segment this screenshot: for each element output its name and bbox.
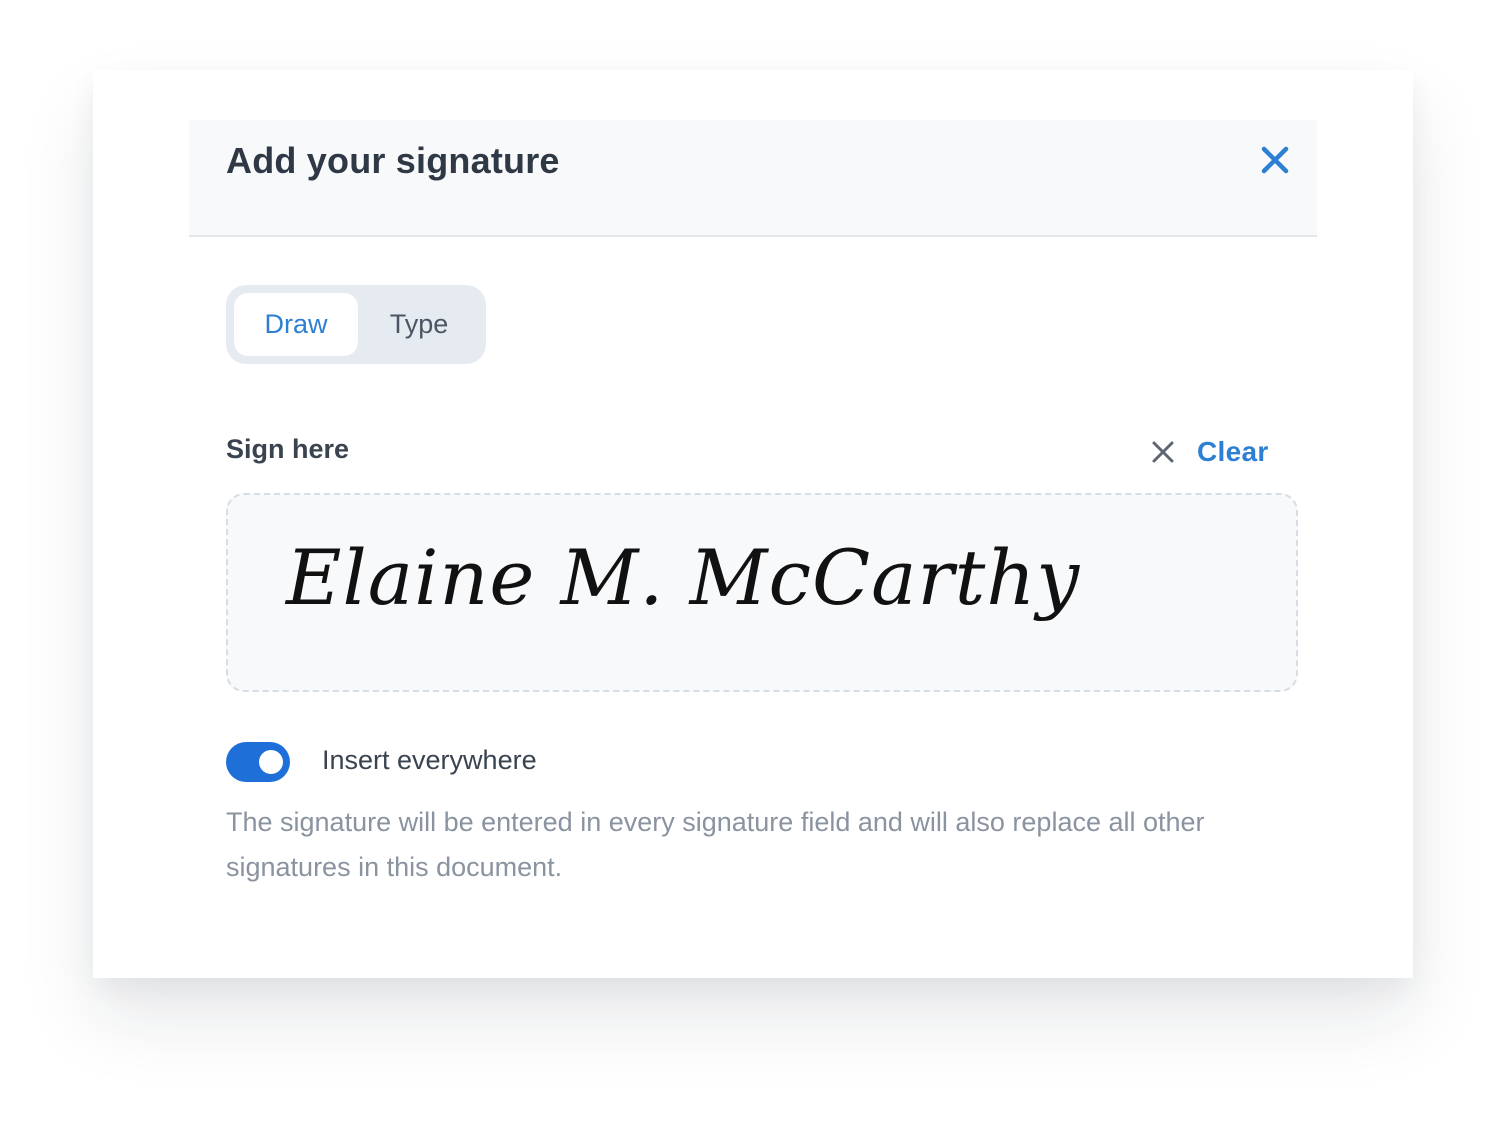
tab-type[interactable]: Type <box>360 293 478 356</box>
close-icon <box>1152 441 1174 463</box>
toggle-knob <box>259 750 283 774</box>
close-button[interactable] <box>1257 142 1293 178</box>
screen: Add your signature Draw Type Sign here C… <box>0 0 1506 1140</box>
signature-dialog: Add your signature Draw Type Sign here C… <box>93 70 1413 978</box>
dialog-header: Add your signature <box>189 120 1317 237</box>
drawn-signature: Elaine M. McCarthy <box>286 533 1081 622</box>
dialog-title: Add your signature <box>226 140 560 181</box>
tab-draw[interactable]: Draw <box>234 293 358 356</box>
clear-label: Clear <box>1197 436 1269 467</box>
sign-here-label: Sign here <box>226 434 350 464</box>
insert-everywhere-description: The signature will be entered in every s… <box>226 807 1205 882</box>
insert-everywhere-label: Insert everywhere <box>322 745 537 775</box>
close-icon <box>1261 146 1289 174</box>
signature-mode-tabs: Draw Type <box>226 285 486 364</box>
signature-pad[interactable]: Elaine M. McCarthy <box>226 493 1298 692</box>
insert-everywhere-toggle[interactable] <box>226 742 290 782</box>
clear-button[interactable]: Clear <box>1151 432 1269 472</box>
